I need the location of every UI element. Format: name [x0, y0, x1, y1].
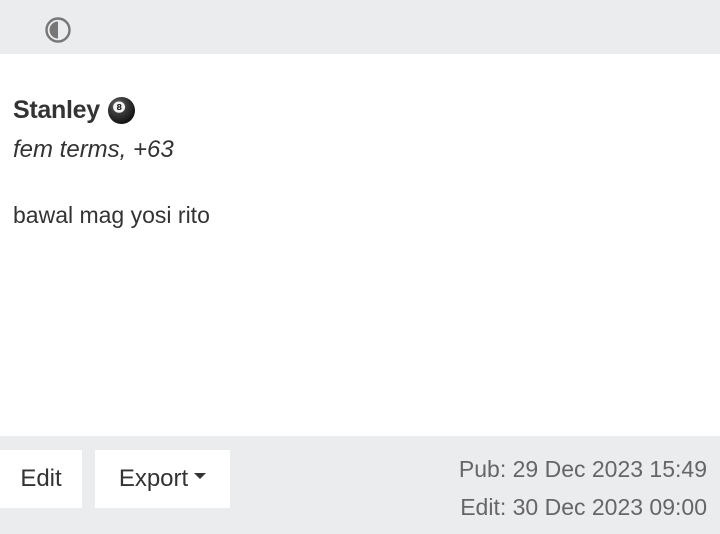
post-body: bawal mag yosi rito [13, 202, 210, 228]
caret-down-icon [194, 473, 207, 479]
theme-toggle-button[interactable] [44, 16, 72, 44]
export-button-label: Export [118, 465, 189, 492]
edit-button-label: Edit [20, 465, 62, 492]
post-footer: Edit Export Pub: 29 Dec 2023 15:49 Edit:… [0, 436, 720, 534]
top-bar [0, 0, 720, 54]
export-dropdown-button[interactable]: Export [95, 450, 230, 508]
post-subtitle: fem terms, +63 [13, 136, 174, 163]
post-author: Stanley 8 [13, 96, 136, 125]
edited-timestamp: Edit: 30 Dec 2023 09:00 [460, 494, 707, 520]
eight-ball-icon: 8 [107, 96, 135, 125]
half-circle-contrast-icon [45, 17, 71, 43]
edit-button[interactable]: Edit [0, 450, 82, 508]
svg-text:8: 8 [116, 102, 122, 112]
author-name: Stanley [13, 96, 100, 124]
post-content: Stanley 8 fem terms, +63 bawal mag yosi … [0, 54, 720, 436]
published-timestamp: Pub: 29 Dec 2023 15:49 [458, 456, 707, 482]
